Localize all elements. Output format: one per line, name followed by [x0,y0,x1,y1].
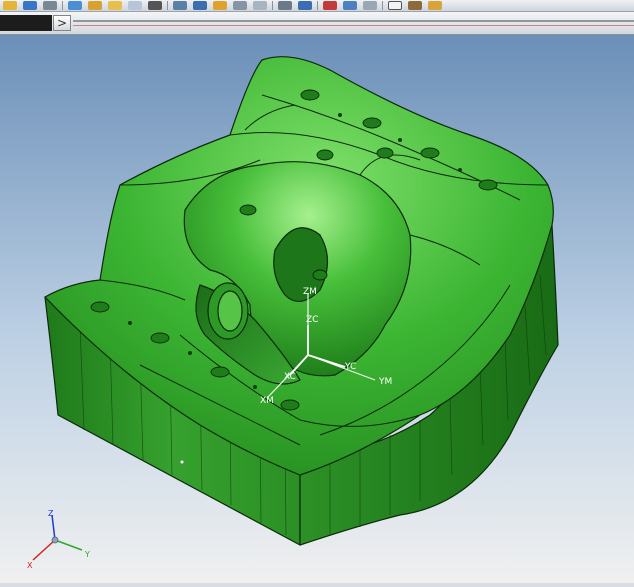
document-icon[interactable] [343,1,357,10]
cut-icon[interactable] [88,1,102,10]
triad-label-z: Z [48,509,54,518]
triad-origin [51,536,59,544]
measure-icon[interactable] [193,1,207,10]
strip-accent-rule [73,25,634,26]
delete-icon[interactable] [148,1,162,10]
wcs-label-zm: ZM [303,287,317,297]
expand-button[interactable]: > [53,15,71,31]
strip-dark-panel [0,15,52,31]
wcs-label-yc: YC [344,362,356,372]
graphics-viewport[interactable]: ZM ZC YC YM XC XM Z Y X [0,35,634,583]
wcs-label-xm: XM [260,396,274,406]
analysis-icon[interactable] [278,1,292,10]
toolbar-separator [272,1,273,10]
snap-icon[interactable] [173,1,187,10]
triad-label-x: X [27,561,33,570]
paste-icon[interactable] [128,1,142,10]
view-strip: > [0,12,634,35]
clock-icon[interactable] [323,1,337,10]
cursor-dot [180,460,184,464]
undo-icon[interactable] [68,1,82,10]
layer-icon[interactable] [213,1,227,10]
triad-label-y: Y [84,550,90,559]
render-icon[interactable] [408,1,422,10]
info-icon[interactable] [298,1,312,10]
render-icon[interactable] [253,1,267,10]
toolbar-separator [382,1,383,10]
toolbar-separator [167,1,168,10]
document-icon[interactable] [388,1,402,10]
model-canvas[interactable]: ZM ZC YC YM XC XM Z Y X [0,35,634,583]
save-icon[interactable] [23,1,37,10]
cylinder-boss-face [217,290,243,332]
toolbar-separator [62,1,63,10]
strip-rule [73,20,634,22]
chevron-right-icon: > [56,16,68,30]
wcs-label-ym: YM [378,377,392,387]
print-icon[interactable] [43,1,57,10]
wcs-label-zc: ZC [306,315,318,325]
wcs-label-xc: XC [284,372,296,382]
view-icon[interactable] [233,1,247,10]
copy-icon[interactable] [108,1,122,10]
open-icon[interactable] [428,1,442,10]
main-toolbar [0,0,634,12]
settings-icon[interactable] [363,1,377,10]
toolbar-separator [317,1,318,10]
open-icon[interactable] [3,1,17,10]
